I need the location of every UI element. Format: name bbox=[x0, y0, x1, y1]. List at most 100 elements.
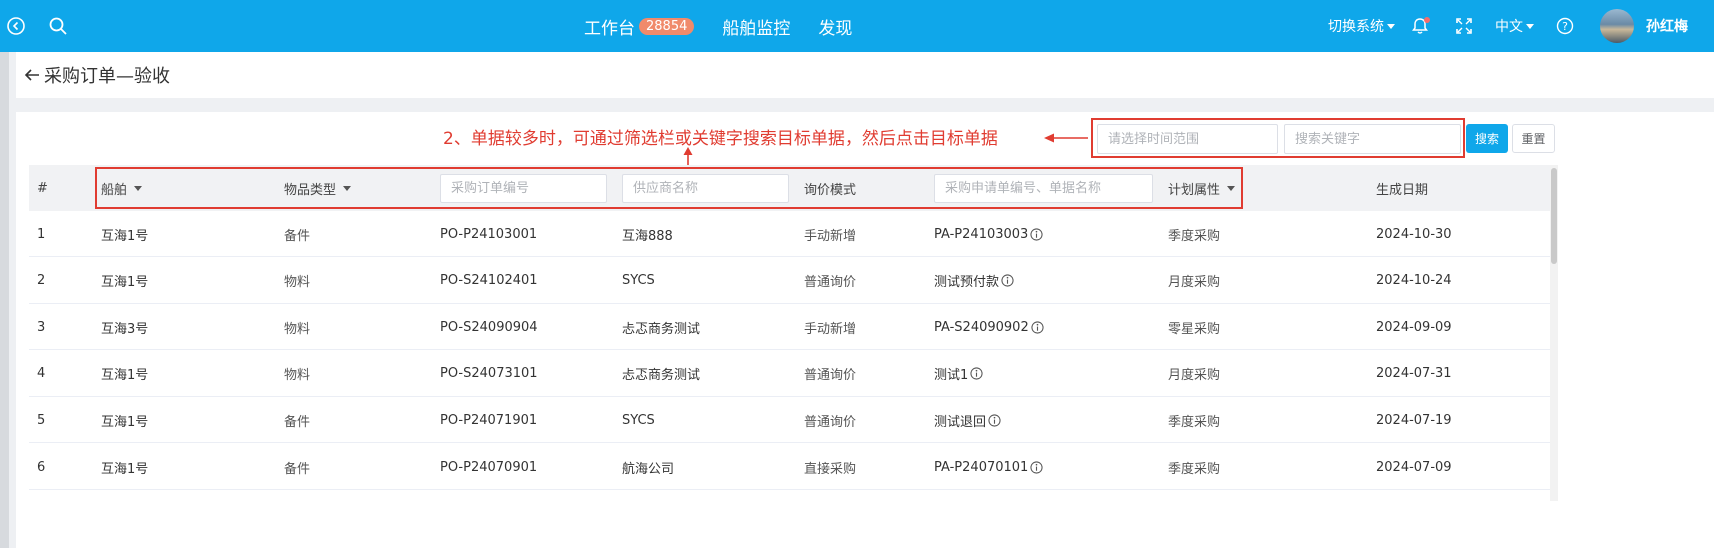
table-row[interactable]: 6 互海1号 备件 PO-P24070901 航海公司 直接采购 PA-P24070101 季… bbox=[29, 444, 1550, 490]
cell-vessel: 互海3号 bbox=[101, 304, 148, 350]
cell-type-text: 备件 bbox=[284, 461, 311, 477]
annotation-highlight-filter bbox=[1091, 118, 1465, 158]
cell-plan-text: 月度采购 bbox=[1168, 275, 1221, 291]
cell-mode: 普通询价 bbox=[804, 258, 856, 304]
topbar-right-tools: 切换系统 中文 ? 孙红梅 bbox=[1328, 0, 1714, 52]
nav-ship-monitor[interactable]: 船舶监控 bbox=[722, 14, 790, 39]
cell-supplier-text: 忐忑商务测试 bbox=[622, 321, 701, 337]
cell-vessel-text: 互海1号 bbox=[101, 275, 149, 291]
cell-date: 2024-10-24 bbox=[1376, 258, 1452, 304]
search-button[interactable]: 搜索 bbox=[1466, 124, 1508, 153]
fullscreen-button[interactable] bbox=[1455, 17, 1473, 35]
cell-date: 2024-07-09 bbox=[1376, 444, 1452, 490]
cell-plan: 季度采购 bbox=[1168, 211, 1220, 257]
help-button[interactable]: ? bbox=[1556, 17, 1574, 35]
cell-idx: 5 bbox=[37, 397, 45, 443]
cell-plan-text: 季度采购 bbox=[1168, 461, 1221, 477]
cell-type-text: 物料 bbox=[284, 368, 311, 384]
circle-arrow-left-icon[interactable] bbox=[4, 14, 28, 38]
cell-po-text: PO-S24090904 bbox=[440, 319, 538, 335]
cell-vessel: 互海1号 bbox=[101, 258, 148, 304]
cell-mode-text: 手动新增 bbox=[804, 321, 857, 337]
arrow-left-icon[interactable] bbox=[22, 65, 42, 85]
info-icon[interactable] bbox=[970, 367, 983, 380]
table-row[interactable]: 3 互海3号 物料 PO-S24090904 忐忑商务测试 手动新增 PA-S2409090… bbox=[29, 304, 1550, 351]
cell-po-text: PO-P24103001 bbox=[440, 226, 538, 242]
cell-pa: 测试1 bbox=[934, 351, 983, 397]
fullscreen-icon bbox=[1456, 18, 1472, 34]
avatar bbox=[1600, 9, 1634, 43]
cell-supplier: SYCS bbox=[622, 397, 655, 443]
col-index: # bbox=[37, 180, 48, 196]
cell-pa-text: 测试预付款 bbox=[934, 275, 1000, 291]
table-scrollbar-thumb[interactable] bbox=[1551, 168, 1557, 264]
cell-pa: PA-P24070101 bbox=[934, 444, 1043, 490]
cell-idx: 3 bbox=[37, 304, 45, 350]
switch-system-dropdown[interactable]: 切换系统 bbox=[1328, 16, 1395, 36]
cell-type-text: 物料 bbox=[284, 275, 311, 291]
cell-po: PO-P24103001 bbox=[440, 211, 537, 257]
cell-idx-text: 6 bbox=[37, 459, 46, 475]
cell-supplier-text: SYCS bbox=[622, 273, 655, 289]
cell-plan-text: 零星采购 bbox=[1168, 321, 1221, 337]
top-navigation-bar: 工作台 28854 船舶监控 发现 切换系统 中文 ? 孙红梅 bbox=[0, 0, 1714, 52]
cell-supplier: 互海888 bbox=[622, 211, 673, 257]
cell-vessel: 互海1号 bbox=[101, 444, 148, 490]
cell-pa: PA-P24103003 bbox=[934, 211, 1043, 257]
table-row[interactable]: 1 互海1号 备件 PO-P24103001 互海888 手动新增 PA-P24103003… bbox=[29, 211, 1550, 257]
cell-supplier-text: 忐忑商务测试 bbox=[622, 368, 701, 384]
svg-text:?: ? bbox=[1562, 20, 1568, 33]
cell-plan-text: 季度采购 bbox=[1168, 414, 1221, 430]
info-icon[interactable] bbox=[1030, 227, 1043, 241]
cell-pa: 测试退回 bbox=[934, 397, 1001, 443]
search-icon[interactable] bbox=[46, 14, 70, 38]
cell-po-text: PO-P24071901 bbox=[440, 412, 538, 428]
cell-mode-text: 普通询价 bbox=[804, 414, 857, 430]
table-row[interactable]: 2 互海1号 物料 PO-S24102401 SYCS 普通询价 测试预付款 月度采购 2024… bbox=[29, 257, 1550, 304]
cell-date-text: 2024-07-09 bbox=[1376, 459, 1452, 475]
cell-idx: 1 bbox=[37, 211, 45, 257]
cell-mode: 普通询价 bbox=[804, 351, 856, 397]
user-menu[interactable]: 孙红梅 bbox=[1600, 9, 1688, 43]
help-icon: ? bbox=[1556, 17, 1574, 35]
main-nav: 工作台 28854 船舶监控 发现 bbox=[584, 0, 880, 52]
cell-mode-text: 普通询价 bbox=[804, 368, 857, 384]
reset-button[interactable]: 重置 bbox=[1512, 124, 1555, 153]
table-row[interactable]: 4 互海1号 物料 PO-S24073101 忐忑商务测试 普通询价 测试1 月度采购 2024… bbox=[29, 350, 1550, 397]
page-title: 采购订单—验收 bbox=[44, 66, 170, 87]
info-icon[interactable] bbox=[1001, 274, 1014, 287]
info-icon[interactable] bbox=[1030, 460, 1043, 474]
cell-supplier: 忐忑商务测试 bbox=[622, 351, 700, 397]
cell-vessel-text: 互海3号 bbox=[101, 321, 149, 337]
cell-po: PO-S24073101 bbox=[440, 351, 538, 397]
cell-supplier: 忐忑商务测试 bbox=[622, 304, 700, 350]
info-icon[interactable] bbox=[988, 414, 1001, 427]
info-icon[interactable] bbox=[1031, 321, 1044, 334]
cell-date: 2024-09-09 bbox=[1376, 304, 1452, 350]
notification-button[interactable] bbox=[1411, 16, 1430, 36]
cell-supplier-text: SYCS bbox=[622, 412, 655, 428]
nav-workbench-label: 工作台 bbox=[584, 18, 635, 39]
table-row[interactable]: 5 互海1号 备件 PO-P24071901 SYCS 普通询价 测试退回 季度采购 2024-… bbox=[29, 397, 1550, 444]
cell-pa-text: PA-P24070101 bbox=[934, 459, 1029, 475]
username: 孙红梅 bbox=[1646, 19, 1688, 35]
cell-pa-text: 测试退回 bbox=[934, 414, 987, 430]
cell-supplier-text: 航海公司 bbox=[622, 461, 675, 477]
cell-vessel-text: 互海1号 bbox=[101, 414, 149, 430]
annotation-arrow-up-icon bbox=[683, 147, 693, 167]
nav-discover[interactable]: 发现 bbox=[818, 14, 852, 39]
cell-idx: 4 bbox=[37, 351, 45, 397]
cell-type: 物料 bbox=[284, 304, 310, 350]
cell-mode-text: 直接采购 bbox=[804, 461, 857, 477]
cell-date: 2024-07-31 bbox=[1376, 351, 1452, 397]
annotation-highlight-column-filters bbox=[95, 167, 1243, 209]
cell-po: PO-S24090904 bbox=[440, 304, 538, 350]
cell-pa-text: 测试1 bbox=[934, 368, 969, 384]
nav-workbench[interactable]: 工作台 28854 bbox=[584, 14, 695, 39]
cell-pa-text: PA-S24090902 bbox=[934, 319, 1029, 335]
language-dropdown[interactable]: 中文 bbox=[1495, 16, 1534, 36]
cell-idx: 2 bbox=[37, 258, 45, 304]
cell-type-text: 物料 bbox=[284, 321, 311, 337]
breadcrumb: 采购订单—验收 bbox=[16, 52, 1714, 98]
cell-pa: PA-S24090902 bbox=[934, 304, 1044, 350]
